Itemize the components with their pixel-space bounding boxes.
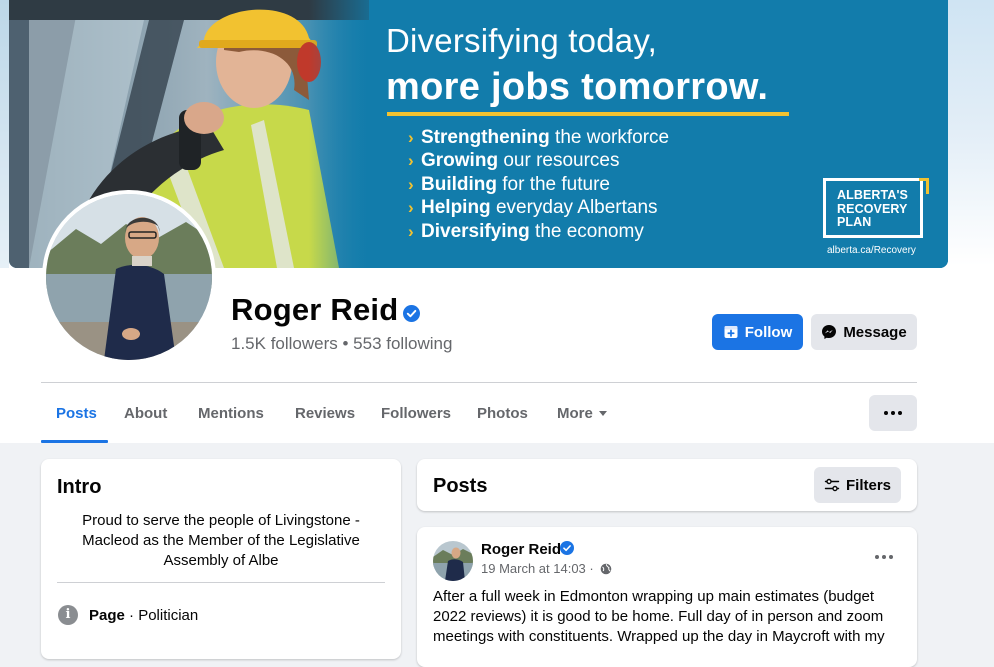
chevron-right-icon: › xyxy=(408,128,414,147)
tab-followers[interactable]: Followers xyxy=(381,396,451,432)
header-side-gradient-left xyxy=(0,0,9,268)
posts-section-title: Posts xyxy=(433,475,488,497)
post-options-button[interactable] xyxy=(866,545,902,569)
cover-bullet: › Diversifying the economy xyxy=(408,220,644,242)
chevron-right-icon: › xyxy=(408,174,414,194)
intro-card: Intro Proud to serve the people of Livin… xyxy=(41,459,401,659)
profile-divider xyxy=(41,382,917,383)
profile-avatar[interactable] xyxy=(46,194,212,360)
cover-url-text: alberta.ca/Recovery xyxy=(827,245,916,256)
verified-badge-icon xyxy=(560,541,574,555)
tab-more-label: More xyxy=(557,405,593,422)
more-options-button[interactable] xyxy=(869,395,917,431)
filters-button[interactable]: Filters xyxy=(814,467,901,503)
cover-bullet: › Strengthening the workforce xyxy=(408,127,670,148)
alberta-recovery-plan-logo: ALBERTA'S RECOVERY PLAN xyxy=(823,178,929,242)
chevron-right-icon: › xyxy=(408,198,414,218)
caret-down-icon xyxy=(598,411,607,416)
post-author-name[interactable]: Roger Reid xyxy=(481,541,561,558)
profile-name: Roger Reid xyxy=(231,292,399,327)
header-side-gradient xyxy=(948,0,994,443)
tab-posts[interactable]: Posts xyxy=(56,396,97,432)
globe-icon xyxy=(601,563,612,575)
tab-reviews[interactable]: Reviews xyxy=(295,396,355,432)
post-timestamp[interactable]: 19 March at 14:03 · xyxy=(481,561,612,576)
tab-photos[interactable]: Photos xyxy=(477,396,528,432)
post-author-avatar[interactable] xyxy=(433,541,473,581)
chevron-right-icon: › xyxy=(408,151,414,171)
message-button-label: Message xyxy=(843,323,907,341)
posts-header-card: Posts Filters xyxy=(417,459,917,511)
intro-title: Intro xyxy=(57,476,102,498)
cover-bullet-list: › Strengthening the workforce › Growing ou… xyxy=(408,126,669,243)
post-body-text: After a full week in Edmonton wrapping u… xyxy=(433,588,885,645)
messenger-icon xyxy=(822,325,837,339)
follow-icon xyxy=(724,326,738,338)
cover-bullet: › Building for the future xyxy=(408,173,610,195)
follow-button-label: Follow xyxy=(744,323,793,341)
tab-more[interactable]: More xyxy=(557,396,607,432)
cover-bullet: › Growing our resources xyxy=(408,150,620,172)
cover-yellow-rule xyxy=(387,112,789,116)
follow-button[interactable]: Follow xyxy=(712,314,803,350)
cover-bullet: › Helping everyday Albertans xyxy=(408,197,658,219)
intro-page-category: Page · Politician xyxy=(89,607,199,624)
filters-sliders-icon xyxy=(824,478,840,492)
verified-badge-icon xyxy=(403,305,420,322)
filters-button-label: Filters xyxy=(845,476,891,494)
cover-headline-line2: more jobs tomorrow. xyxy=(386,66,769,108)
intro-divider xyxy=(57,582,385,583)
profile-follow-stats[interactable]: 1.5K followers • 553 following xyxy=(231,334,452,354)
message-button[interactable]: Message xyxy=(811,314,917,350)
tab-about[interactable]: About xyxy=(124,396,167,432)
active-tab-indicator xyxy=(41,440,108,443)
cover-headline-line1: Diversifying today, xyxy=(386,22,657,59)
post-card: Roger Reid 19 March at 14:03 · After a f… xyxy=(417,527,917,667)
tab-mentions[interactable]: Mentions xyxy=(198,396,264,432)
intro-bio: Proud to serve the people of Livingstone… xyxy=(82,512,360,569)
chevron-right-icon: › xyxy=(408,221,414,241)
info-icon: i xyxy=(58,605,78,625)
